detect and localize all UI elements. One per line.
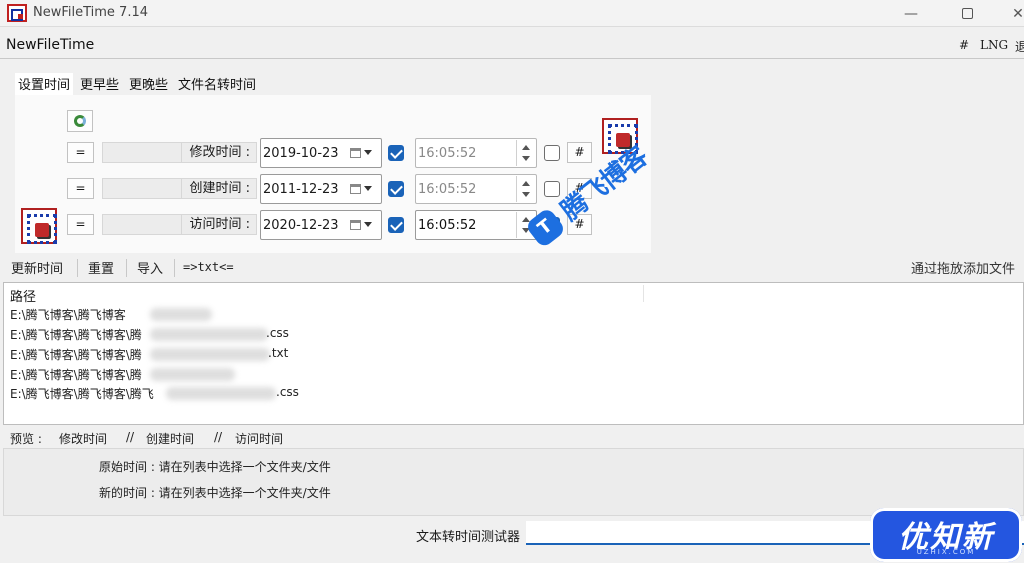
redacted-filename bbox=[166, 387, 276, 400]
menu-exit[interactable]: 退 bbox=[1015, 38, 1024, 55]
preview-separator: // bbox=[214, 430, 223, 444]
row-bar bbox=[102, 178, 182, 199]
app-name: NewFileTime bbox=[6, 37, 95, 53]
spin-up-icon bbox=[522, 145, 530, 150]
toolbar-divider bbox=[174, 259, 175, 277]
refresh-button[interactable] bbox=[67, 110, 93, 132]
menu-language[interactable]: LNG bbox=[980, 38, 1008, 52]
toolbar: 更新时间 重置 导入 =>txt<= bbox=[0, 256, 1024, 281]
calendar-icon bbox=[350, 148, 361, 158]
preview-create-toggle[interactable]: 创建时间 bbox=[146, 430, 194, 447]
drag-drop-hint: 通过拖放添加文件 bbox=[911, 262, 1016, 277]
file-path: E:\腾飞博客\腾飞博客\腾 bbox=[10, 348, 142, 362]
row-label: 访问时间 : bbox=[182, 214, 257, 235]
date-checkbox[interactable] bbox=[388, 145, 404, 161]
original-time-text: 原始时间 : 请在列表中选择一个文件夹/文件 bbox=[99, 460, 331, 474]
hash-button[interactable]: # bbox=[567, 142, 592, 163]
column-header-path[interactable]: 路径 bbox=[10, 286, 36, 305]
file-extension: .css bbox=[266, 326, 289, 340]
file-list[interactable]: 路径 E:\腾飞博客\腾飞博客 E:\腾飞博客\腾飞博客\腾 .css E:\腾… bbox=[3, 282, 1024, 425]
time-spinner[interactable] bbox=[516, 176, 536, 202]
preview-access-toggle[interactable]: 访问时间 bbox=[235, 430, 283, 447]
date-picker[interactable]: 2011-12-23 bbox=[260, 174, 382, 204]
preview-label: 预览 : bbox=[10, 432, 42, 446]
file-path: E:\腾飞博客\腾飞博客 bbox=[10, 308, 126, 322]
file-path: E:\腾飞博客\腾飞博客\腾 bbox=[10, 368, 142, 382]
dropdown-arrow-icon bbox=[364, 222, 372, 227]
redacted-filename bbox=[150, 368, 235, 381]
tab-filename-to-time[interactable]: 文件名转时间 bbox=[175, 73, 260, 95]
date-value: 2011-12-23 bbox=[263, 182, 339, 197]
file-extension: .txt bbox=[268, 346, 289, 360]
row-bar bbox=[102, 214, 182, 235]
column-divider bbox=[643, 285, 644, 302]
tab-strip: 设置时间 更早些 更晚些 文件名转时间 bbox=[15, 73, 263, 95]
tab-set-time[interactable]: 设置时间 bbox=[15, 73, 74, 95]
date-checkbox[interactable] bbox=[388, 181, 404, 197]
spin-up-icon bbox=[522, 181, 530, 186]
equal-button[interactable]: = bbox=[67, 142, 94, 163]
menu-bar: NewFileTime # LNG 退 bbox=[0, 33, 1024, 59]
preview-separator: // bbox=[126, 430, 135, 444]
dropdown-arrow-icon bbox=[364, 186, 372, 191]
dropdown-arrow-icon bbox=[364, 150, 372, 155]
file-path: E:\腾飞博客\腾飞博客\腾 bbox=[10, 328, 142, 342]
tab-later[interactable]: 更晚些 bbox=[126, 73, 172, 95]
import-button[interactable]: 导入 bbox=[137, 258, 163, 277]
time-row-modified: = 修改时间 : 2019-10-23 16:05:52 # bbox=[67, 138, 627, 168]
time-checkbox[interactable] bbox=[544, 145, 560, 161]
date-picker[interactable]: 2019-10-23 bbox=[260, 138, 382, 168]
row-bar bbox=[102, 142, 182, 163]
spin-down-icon bbox=[522, 192, 530, 197]
time-field[interactable]: 16:05:52 bbox=[415, 174, 537, 204]
time-field[interactable]: 16:05:52 bbox=[415, 210, 537, 240]
equal-button[interactable]: = bbox=[67, 178, 94, 199]
redacted-filename bbox=[150, 348, 270, 361]
watermark-badge: 优知新 UZHIX.COM bbox=[870, 508, 1022, 562]
file-extension: .css bbox=[276, 385, 299, 399]
date-value: 2019-10-23 bbox=[263, 146, 339, 161]
calendar-icon bbox=[350, 184, 361, 194]
time-row-created: = 创建时间 : 2011-12-23 16:05:52 # bbox=[67, 174, 627, 204]
preview-bar: 预览 : 修改时间 // 创建时间 // 访问时间 bbox=[0, 428, 1024, 448]
tester-label: 文本转时间测试器 bbox=[416, 530, 521, 545]
redacted-filename bbox=[150, 308, 212, 321]
preview-area: 原始时间 : 请在列表中选择一个文件夹/文件 新的时间 : 请在列表中选择一个文… bbox=[3, 448, 1024, 516]
time-value: 16:05:52 bbox=[418, 182, 477, 197]
close-button[interactable]: ✕ bbox=[995, 0, 1024, 27]
equal-button[interactable]: = bbox=[67, 214, 94, 235]
redacted-filename bbox=[150, 328, 268, 341]
minimize-button[interactable]: — bbox=[888, 0, 934, 27]
menu-hash[interactable]: # bbox=[959, 38, 969, 52]
app-logo-icon[interactable] bbox=[21, 208, 57, 244]
file-path: E:\腾飞博客\腾飞博客\腾飞 bbox=[10, 387, 154, 401]
time-value: 16:05:52 bbox=[418, 146, 477, 161]
row-label: 创建时间 : bbox=[182, 178, 257, 199]
new-time-text: 新的时间 : 请在列表中选择一个文件夹/文件 bbox=[99, 486, 331, 500]
window-title: NewFileTime 7.14 bbox=[33, 5, 149, 20]
refresh-icon bbox=[74, 115, 86, 127]
toolbar-divider bbox=[77, 259, 78, 277]
update-time-button[interactable]: 更新时间 bbox=[11, 258, 63, 277]
app-icon bbox=[7, 4, 27, 22]
maximize-button[interactable] bbox=[944, 0, 990, 27]
preview-modify-toggle[interactable]: 修改时间 bbox=[59, 430, 107, 447]
date-checkbox[interactable] bbox=[388, 217, 404, 233]
calendar-icon bbox=[350, 220, 361, 230]
tab-earlier[interactable]: 更早些 bbox=[77, 73, 123, 95]
maximize-icon bbox=[961, 8, 973, 19]
reset-button[interactable]: 重置 bbox=[88, 258, 114, 277]
title-bar: NewFileTime 7.14 — ✕ bbox=[0, 0, 1024, 27]
time-spinner[interactable] bbox=[516, 140, 536, 166]
toolbar-divider bbox=[126, 259, 127, 277]
watermark-badge-subtext: UZHIX.COM bbox=[916, 548, 976, 556]
time-field[interactable]: 16:05:52 bbox=[415, 138, 537, 168]
row-label: 修改时间 : bbox=[182, 142, 257, 163]
time-value: 16:05:52 bbox=[418, 218, 477, 233]
export-txt-button[interactable]: =>txt<= bbox=[183, 260, 234, 274]
date-picker[interactable]: 2020-12-23 bbox=[260, 210, 382, 240]
spin-down-icon bbox=[522, 156, 530, 161]
date-value: 2020-12-23 bbox=[263, 218, 339, 233]
app-window: NewFileTime 7.14 — ✕ NewFileTime # LNG 退… bbox=[0, 0, 1024, 563]
